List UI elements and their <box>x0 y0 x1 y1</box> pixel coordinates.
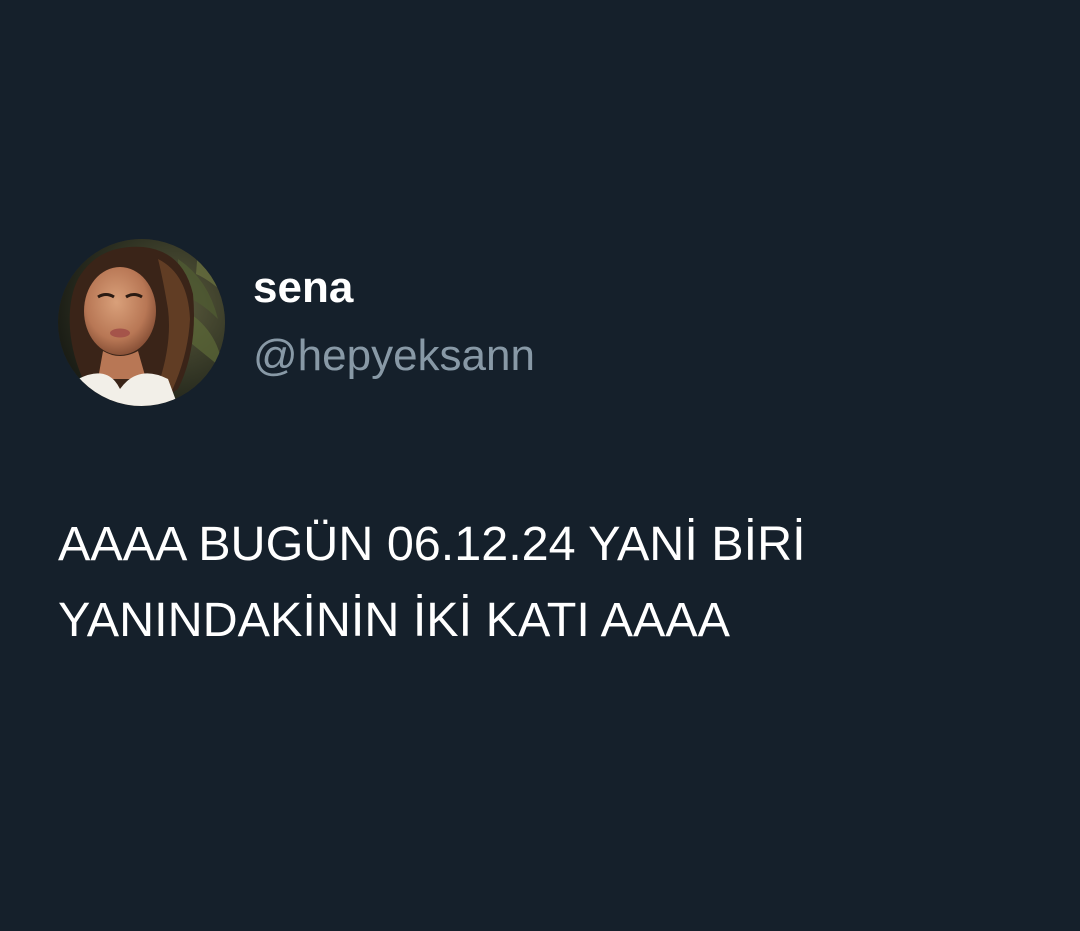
tweet-card: sena @hepyeksann AAAA BUGÜN 06.12.24 YAN… <box>0 0 1080 931</box>
tweet-text: AAAA BUGÜN 06.12.24 YANİ BİRİ YANINDAKİN… <box>58 506 1048 658</box>
display-name[interactable]: sena <box>253 262 353 314</box>
profile-photo-icon <box>58 239 225 406</box>
user-handle[interactable]: @hepyeksann <box>253 330 535 382</box>
avatar[interactable] <box>58 239 225 406</box>
tweet-text-line-1: AAAA BUGÜN 06.12.24 YANİ BİRİ <box>58 517 806 571</box>
tweet-text-line-2: YANINDAKİNİN İKİ KATI AAAA <box>58 593 730 647</box>
